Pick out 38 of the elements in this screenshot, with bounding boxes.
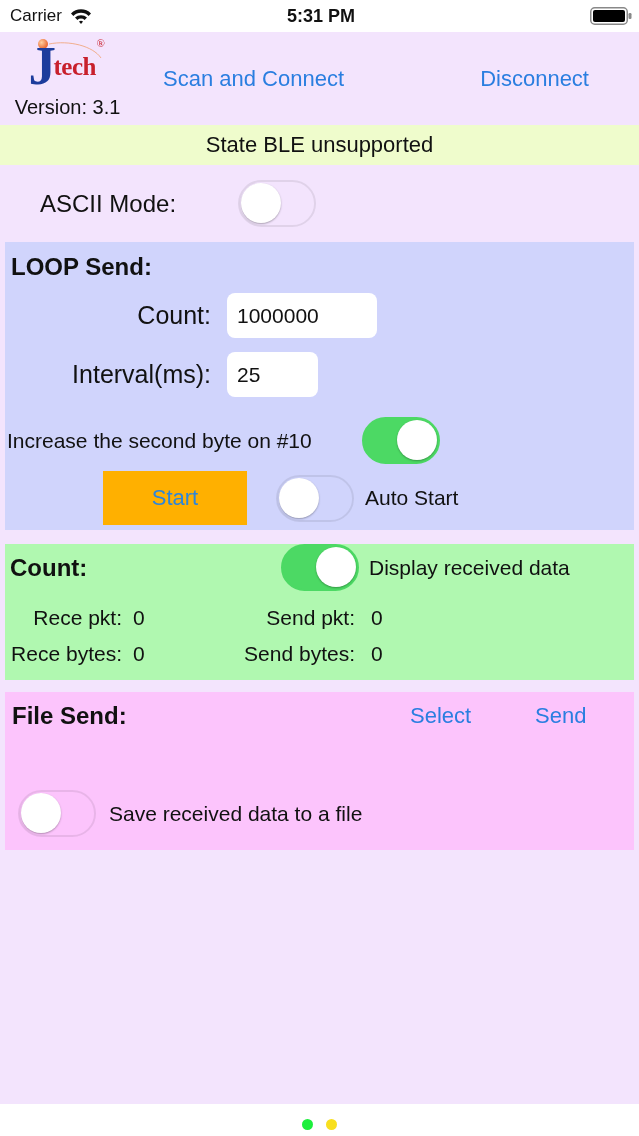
stat-label: Send pkt: bbox=[266, 606, 355, 630]
save-file-switch[interactable] bbox=[18, 790, 96, 837]
wifi-icon bbox=[69, 8, 92, 24]
start-button[interactable]: Start bbox=[103, 471, 247, 525]
section-title: LOOP Send: bbox=[11, 254, 152, 280]
send-button[interactable]: Send bbox=[535, 703, 587, 729]
scan-connect-button[interactable]: Scan and Connect bbox=[163, 65, 345, 92]
toggle-label: Display received data bbox=[369, 555, 570, 580]
version-label: Version: 3.1 bbox=[14, 96, 121, 118]
page-dot[interactable] bbox=[302, 1118, 313, 1130]
select-button[interactable]: Select bbox=[410, 703, 472, 729]
disconnect-button[interactable]: Disconnect bbox=[480, 65, 589, 92]
text-field[interactable]: 1000000 bbox=[227, 293, 377, 338]
stat-value: 0 bbox=[371, 606, 383, 630]
page-dot[interactable] bbox=[326, 1118, 337, 1130]
time-label: 5:31 PM bbox=[287, 5, 355, 27]
battery-icon bbox=[590, 7, 632, 25]
status-text: State BLE unsupported bbox=[205, 132, 434, 158]
ascii-mode-switch[interactable] bbox=[238, 180, 316, 227]
field-label: Interval(ms): bbox=[72, 360, 211, 389]
stat-value: 0 bbox=[133, 642, 145, 666]
stat-label: Rece bytes: bbox=[11, 642, 122, 666]
toggle-label: Save received data to a file bbox=[109, 801, 363, 826]
section-title: File Send: bbox=[12, 703, 127, 729]
stat-label: Send bytes: bbox=[244, 642, 355, 666]
auto-start-switch[interactable] bbox=[276, 474, 354, 522]
field-label: Count: bbox=[137, 301, 211, 330]
ascii-mode-label: ASCII Mode: bbox=[40, 189, 177, 218]
stat-value: 0 bbox=[133, 606, 145, 630]
increase-switch[interactable] bbox=[362, 417, 440, 464]
stat-value: 0 bbox=[371, 642, 383, 666]
text-field[interactable]: 25 bbox=[227, 352, 318, 397]
toggle-label: Increase the second byte on #10 bbox=[7, 428, 312, 453]
display-data-switch[interactable] bbox=[281, 544, 359, 591]
toggle-label: Auto Start bbox=[365, 486, 459, 510]
stat-label: Rece pkt: bbox=[33, 606, 122, 630]
section-title: Count: bbox=[10, 554, 88, 581]
carrier-label: Carrier bbox=[10, 6, 62, 26]
